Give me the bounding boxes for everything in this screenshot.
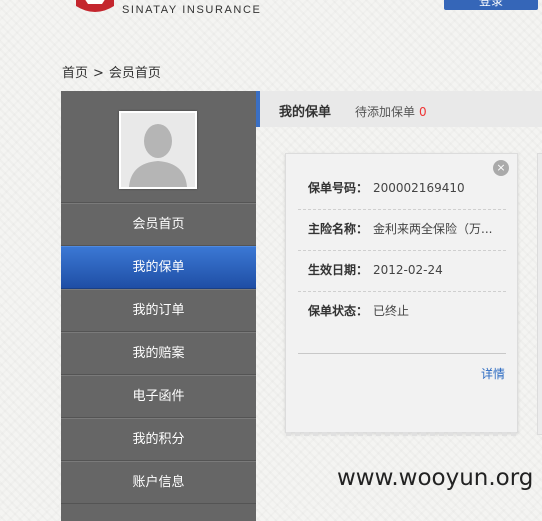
watermark: www.wooyun.org	[337, 465, 534, 491]
avatar	[119, 111, 197, 189]
card-torn-edge	[286, 432, 517, 436]
policy-number-row: 保单号码： 200002169410	[298, 168, 506, 210]
company-logo	[76, 0, 114, 12]
policy-status-row: 保单状态： 已终止	[298, 291, 506, 332]
tab-pending-policies[interactable]: 待添加保单 0	[355, 103, 427, 120]
avatar-box	[61, 91, 256, 203]
policy-status-value: 已终止	[373, 304, 410, 318]
login-button[interactable]: 登录	[444, 0, 538, 10]
breadcrumb-separator: >	[93, 66, 104, 81]
user-silhouette-icon	[129, 124, 187, 187]
card-divider	[298, 353, 506, 354]
sidebar-item-member-home[interactable]: 会员首页	[61, 203, 256, 246]
breadcrumb: 首页 > 会员首页	[62, 62, 161, 81]
sidebar-item-my-policies[interactable]: 我的保单	[61, 246, 256, 289]
effective-date-value: 2012-02-24	[373, 263, 443, 277]
main-insurance-label: 主险名称：	[308, 222, 369, 236]
sidebar-item-my-claims[interactable]: 我的赔案	[61, 332, 256, 375]
tab-my-policies[interactable]: 我的保单	[279, 101, 331, 120]
details-link[interactable]: 详情	[481, 365, 505, 382]
sidebar-item-my-points[interactable]: 我的积分	[61, 418, 256, 461]
tab-bar: 我的保单 待添加保单 0	[256, 91, 542, 127]
sidebar-item-account-info[interactable]: 账户信息	[61, 461, 256, 504]
breadcrumb-home[interactable]: 首页	[62, 66, 88, 81]
sidebar-item-e-mail[interactable]: 电子函件	[61, 375, 256, 418]
tab-pending-label: 待添加保单	[355, 105, 416, 119]
main-insurance-row: 主险名称： 金利来两全保险（万...	[298, 209, 506, 251]
next-policy-card-edge[interactable]	[537, 153, 542, 435]
policy-number-label: 保单号码：	[308, 181, 369, 195]
sidebar-item-my-orders[interactable]: 我的订单	[61, 289, 256, 332]
effective-date-label: 生效日期：	[308, 263, 369, 277]
brand-name: SINATAY INSURANCE	[122, 4, 262, 16]
policy-card: × 保单号码： 200002169410 主险名称： 金利来两全保险（万... …	[285, 153, 518, 436]
policy-number-value: 200002169410	[373, 181, 465, 195]
main-insurance-value: 金利来两全保险（万...	[373, 222, 493, 236]
breadcrumb-current[interactable]: 会员首页	[109, 66, 161, 81]
effective-date-row: 生效日期： 2012-02-24	[298, 250, 506, 292]
pending-count-badge: 0	[419, 105, 427, 119]
sidebar: 会员首页 我的保单 我的订单 我的赔案 电子函件 我的积分 账户信息	[61, 91, 256, 521]
policy-status-label: 保单状态：	[308, 304, 369, 318]
